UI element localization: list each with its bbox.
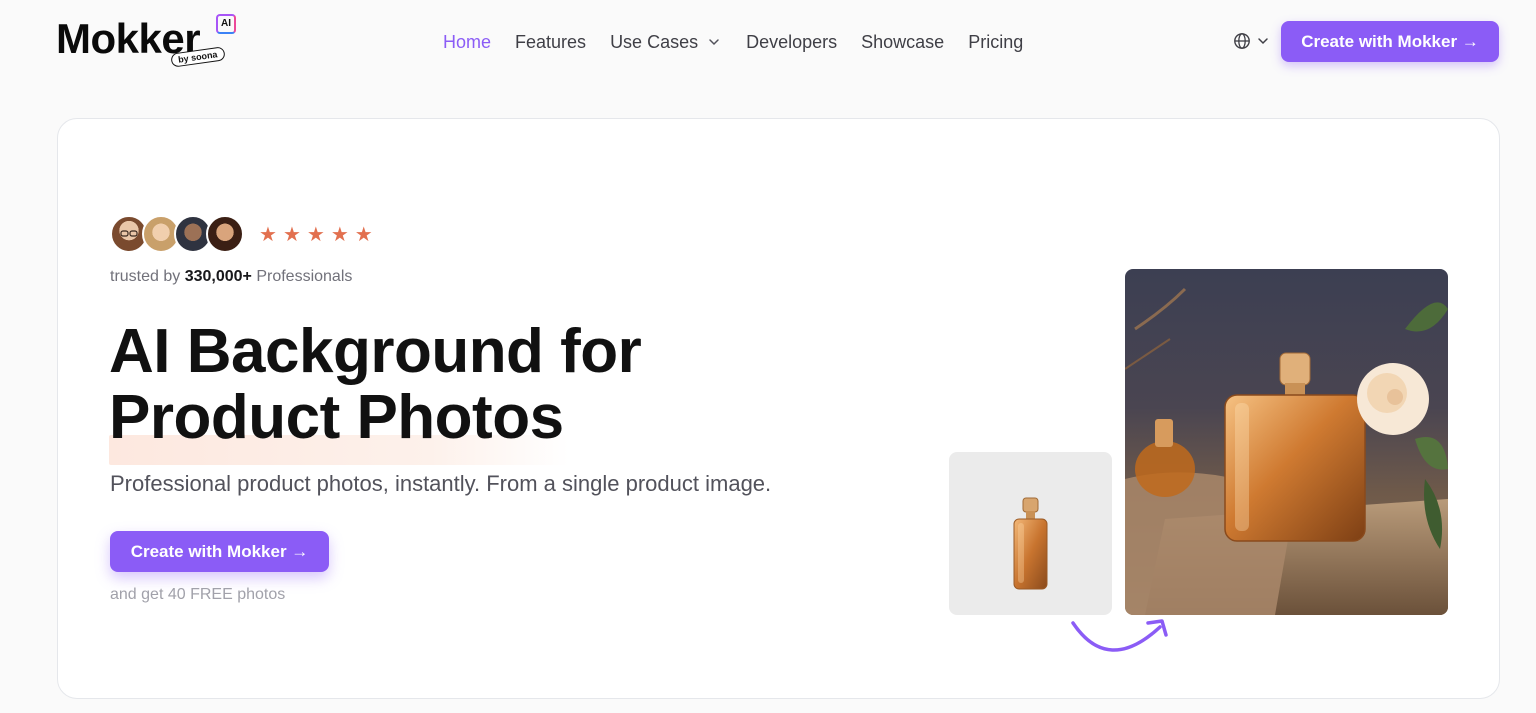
- hero-headline: AI Background for Product Photos: [109, 319, 809, 465]
- perfume-scene-illustration: [1125, 287, 1448, 615]
- trusted-count: 330,000+: [184, 268, 252, 285]
- nav-pricing-label: Pricing: [968, 31, 1024, 52]
- product-after-image: [1125, 269, 1448, 615]
- chevron-down-icon: [1258, 38, 1268, 45]
- nav-developers[interactable]: Developers: [746, 32, 837, 53]
- nav-showcase[interactable]: Showcase: [861, 32, 944, 53]
- headline-line-2: Product Photos: [109, 383, 809, 465]
- headline-line-1-text: AI Background for: [109, 317, 642, 386]
- trusted-by-text: trusted by 330,000+ Professionals: [110, 268, 352, 286]
- star-icon: ★: [282, 222, 301, 246]
- nav-use-cases-label: Use Cases: [610, 31, 699, 52]
- hero-subheadline: Professional product photos, instantly. …: [110, 471, 772, 496]
- star-icon: ★: [330, 222, 349, 246]
- free-photos-note: and get 40 FREE photos: [110, 586, 286, 603]
- nav-home[interactable]: Home: [443, 32, 491, 53]
- avatar: [206, 215, 244, 253]
- avatar-glasses-shape: [120, 230, 138, 237]
- customer-avatars: [110, 215, 244, 255]
- create-with-mokker-button[interactable]: Create with Mokker →: [110, 531, 329, 572]
- star-icon: ★: [354, 222, 373, 246]
- logo-ai-badge: AI: [216, 14, 236, 34]
- headline-line-1: AI Background for: [109, 319, 809, 385]
- nav-developers-label: Developers: [746, 31, 838, 52]
- nav-use-cases[interactable]: Use Cases: [610, 32, 726, 53]
- nav-showcase-label: Showcase: [861, 31, 945, 52]
- chevron-down-icon: [709, 39, 719, 46]
- language-selector[interactable]: [1233, 32, 1269, 50]
- perfume-bottle-icon: [1013, 497, 1048, 590]
- trusted-prefix: trusted by: [110, 268, 185, 285]
- star-icon: ★: [259, 222, 277, 246]
- headline-line-2-text: Product Photos: [109, 383, 564, 452]
- nav-features-label: Features: [515, 31, 587, 52]
- nav-features[interactable]: Features: [515, 32, 586, 53]
- create-with-mokker-button-header[interactable]: Create with Mokker →: [1281, 21, 1499, 62]
- site-header: Mokker AI by soona Home Features Use Cas…: [0, 0, 1536, 84]
- trusted-suffix: Professionals: [251, 268, 353, 285]
- star-icon: ★: [306, 222, 325, 246]
- product-before-image: [949, 452, 1112, 615]
- mokker-logo[interactable]: Mokker AI by soona: [56, 14, 246, 72]
- globe-icon: [1234, 33, 1250, 49]
- nav-home-label: Home: [443, 31, 492, 52]
- hero-card: ★ ★ ★ ★ ★ trusted by 330,000+ Profession…: [57, 118, 1500, 699]
- rating-stars: ★ ★ ★ ★ ★: [259, 223, 373, 245]
- nav-pricing[interactable]: Pricing: [968, 32, 1023, 53]
- transform-arrow-icon: [1071, 619, 1168, 652]
- main-nav: Home Features Use Cases Developers Showc…: [443, 30, 1047, 54]
